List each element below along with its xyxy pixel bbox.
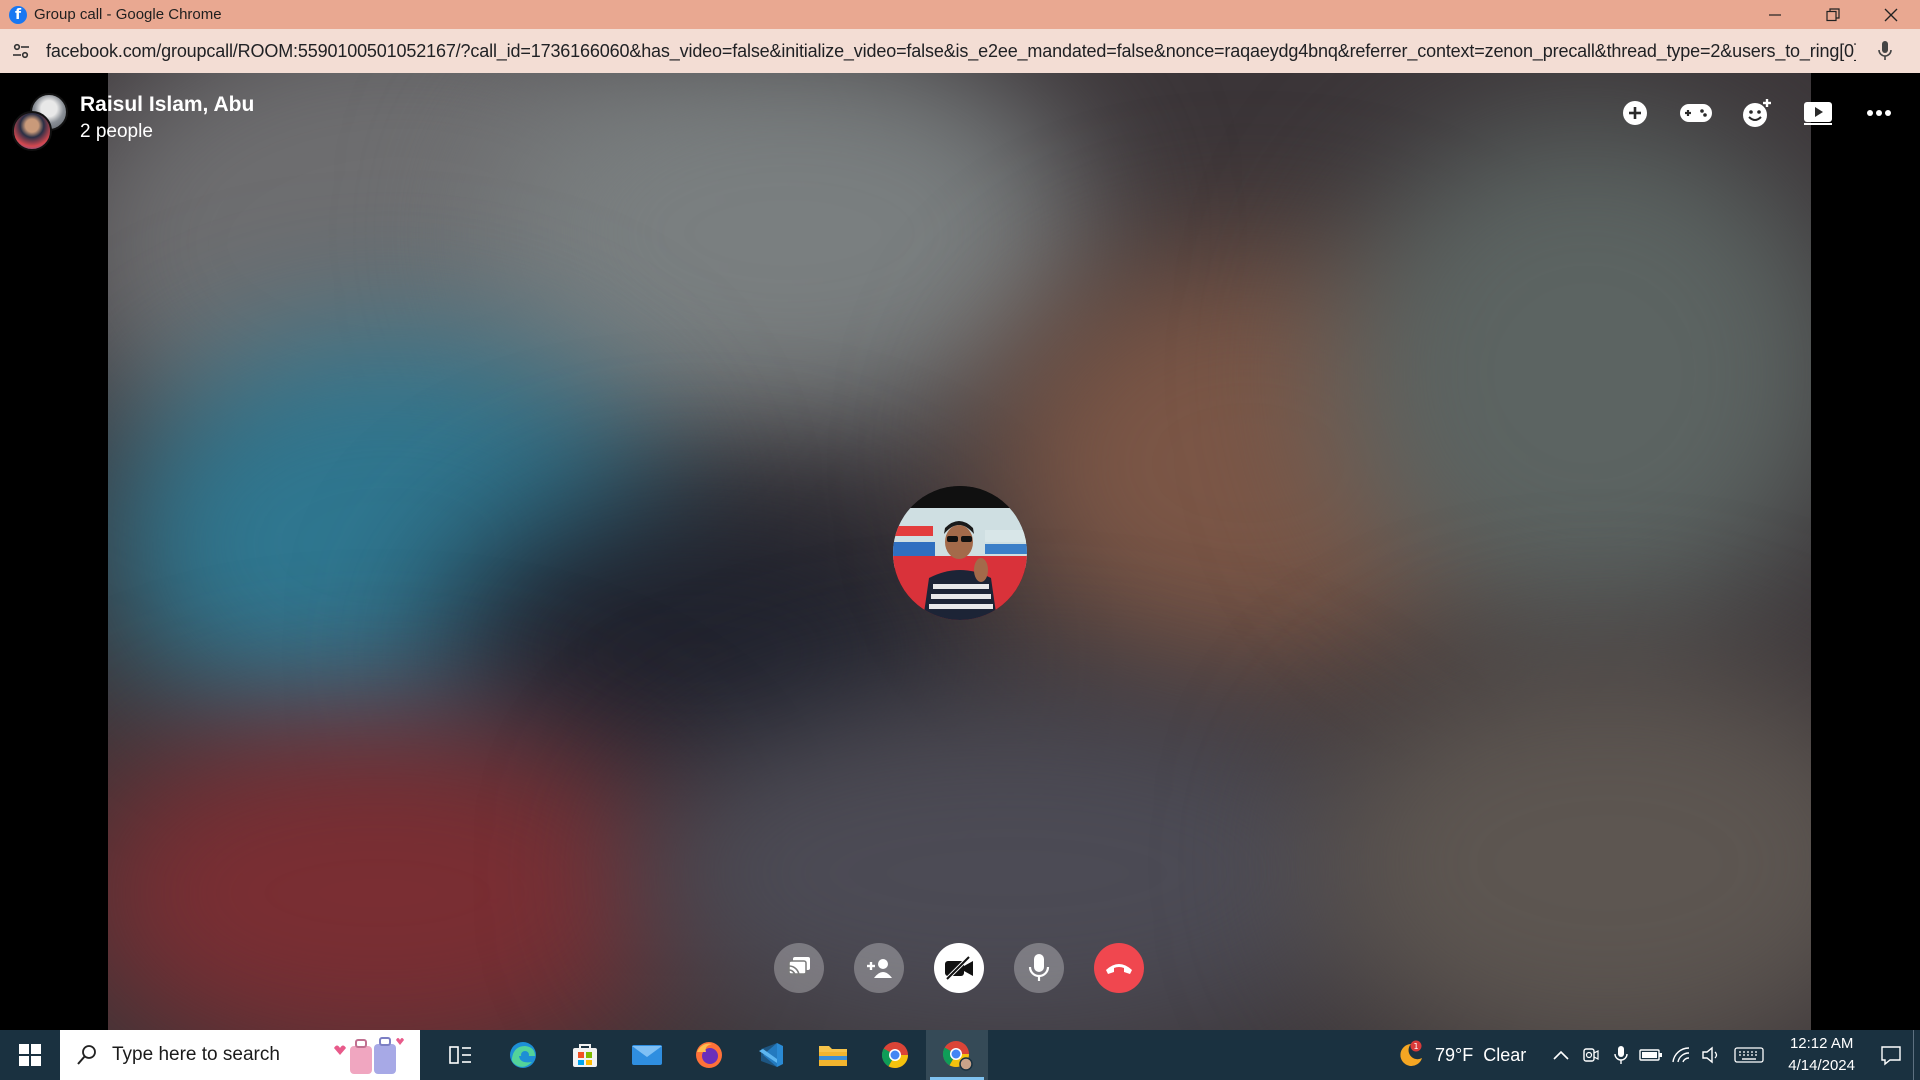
camera-tray-icon (1583, 1048, 1599, 1062)
games-icon (1679, 103, 1712, 122)
notification-center-button[interactable] (1869, 1030, 1913, 1080)
search-placeholder: Type here to search (112, 1044, 280, 1065)
close-icon (1884, 8, 1898, 21)
taskbar-edge[interactable] (492, 1030, 554, 1080)
taskbar-mail[interactable] (616, 1030, 678, 1080)
share-screen-icon (788, 957, 810, 977)
wifi-icon (1672, 1047, 1690, 1063)
restore-button[interactable] (1804, 0, 1862, 29)
meet-now-button[interactable] (1576, 1046, 1606, 1064)
games-button[interactable] (1674, 91, 1717, 134)
taskbar-search-box[interactable]: Type here to search (60, 1030, 420, 1080)
effects-icon (1742, 98, 1771, 127)
search-icon (77, 1045, 96, 1065)
group-avatar (12, 93, 68, 151)
vscode-icon (759, 1043, 783, 1067)
mail-icon (632, 1045, 662, 1065)
participant-profile-picture (893, 486, 1027, 620)
video-off-icon (945, 955, 973, 981)
moon-weather-icon: 1 (1400, 1040, 1423, 1066)
store-icon (573, 1044, 597, 1067)
close-button[interactable] (1862, 0, 1920, 29)
keyboard-icon (1734, 1047, 1764, 1063)
taskbar-firefox[interactable] (678, 1030, 740, 1080)
browser-title-bar: f Group call - Google Chrome (0, 0, 1920, 29)
url-field[interactable]: facebook.com/groupcall/ROOM:559010050105… (46, 41, 1856, 62)
call-stage: Raisul Islam, Abu 2 people (0, 73, 1920, 1030)
edge-icon (510, 1042, 536, 1068)
site-info-button[interactable] (10, 40, 32, 62)
speaker-icon (1702, 1046, 1718, 1064)
weather-temperature: 79°F (1435, 1044, 1474, 1065)
battery-indicator[interactable] (1636, 1048, 1666, 1062)
show-desktop-button[interactable] (1913, 1030, 1920, 1080)
microphone-icon (1614, 1046, 1628, 1064)
add-icon (1622, 100, 1647, 125)
svg-text:1: 1 (1413, 1042, 1418, 1051)
start-button[interactable] (0, 1030, 60, 1080)
task-view-icon (449, 1046, 471, 1064)
voice-search-button[interactable] (1876, 40, 1894, 67)
taskbar-chrome[interactable] (864, 1030, 926, 1080)
microphone-button[interactable] (1014, 943, 1064, 993)
camera-off-button[interactable] (934, 943, 984, 993)
add-button[interactable] (1613, 91, 1656, 134)
site-settings-icon (13, 43, 29, 59)
watch-together-button[interactable] (1796, 91, 1839, 134)
taskbar-vscode[interactable] (740, 1030, 802, 1080)
windows-logo-icon (19, 1044, 41, 1066)
volume-indicator[interactable] (1696, 1046, 1726, 1064)
microphone-icon (1878, 41, 1892, 60)
chrome-icon (881, 1042, 909, 1069)
effects-button[interactable] (1735, 91, 1778, 134)
window-title: Group call - Google Chrome (34, 6, 222, 23)
clock[interactable]: 12:12 AM 4/14/2024 (1788, 1033, 1855, 1077)
taskbar-chrome-profile[interactable] (926, 1030, 988, 1080)
add-person-button[interactable] (854, 943, 904, 993)
taskbar-file-explorer[interactable] (802, 1030, 864, 1080)
more-icon (1866, 109, 1891, 116)
share-screen-button[interactable] (774, 943, 824, 993)
minimize-icon (1769, 13, 1781, 16)
participant-count: 2 people (80, 121, 153, 142)
restore-icon (1826, 7, 1840, 21)
file-explorer-icon (819, 1046, 847, 1066)
network-indicator[interactable] (1666, 1046, 1696, 1064)
minimize-button[interactable] (1746, 0, 1804, 29)
taskbar-store[interactable] (554, 1030, 616, 1080)
participant-avatar (12, 111, 52, 151)
task-view-button[interactable] (430, 1030, 492, 1080)
microphone-in-use-indicator[interactable] (1606, 1045, 1636, 1065)
battery-icon (1639, 1049, 1663, 1061)
firefox-icon (696, 1042, 722, 1068)
microphone-icon (1028, 954, 1050, 981)
add-person-icon (867, 959, 892, 978)
profile-photo-image (893, 486, 1027, 620)
touch-keyboard-button[interactable] (1726, 1046, 1772, 1064)
show-hidden-icons-button[interactable] (1546, 1050, 1576, 1060)
clock-date: 4/14/2024 (1788, 1057, 1855, 1074)
clock-time: 12:12 AM (1789, 1035, 1854, 1052)
call-title: Raisul Islam, Abu (80, 93, 255, 116)
weather-widget[interactable]: 1 79°F Clear (1395, 1040, 1526, 1070)
chevron-up-icon (1553, 1050, 1569, 1060)
windows-taskbar: Type here to search 1 79°F Clear 12:12 A… (0, 1030, 1920, 1080)
watch-together-icon (1803, 101, 1832, 125)
more-options-button[interactable] (1857, 91, 1900, 134)
weather-condition: Clear (1483, 1044, 1527, 1065)
address-bar: facebook.com/groupcall/ROOM:559010050105… (0, 29, 1920, 74)
notification-icon (1881, 1046, 1901, 1066)
facebook-favicon-icon: f (9, 5, 27, 24)
luggage-highlight-icon (334, 1037, 404, 1074)
chrome-profile-icon (942, 1041, 973, 1071)
end-call-button[interactable] (1094, 943, 1144, 993)
end-call-icon (1106, 964, 1132, 974)
